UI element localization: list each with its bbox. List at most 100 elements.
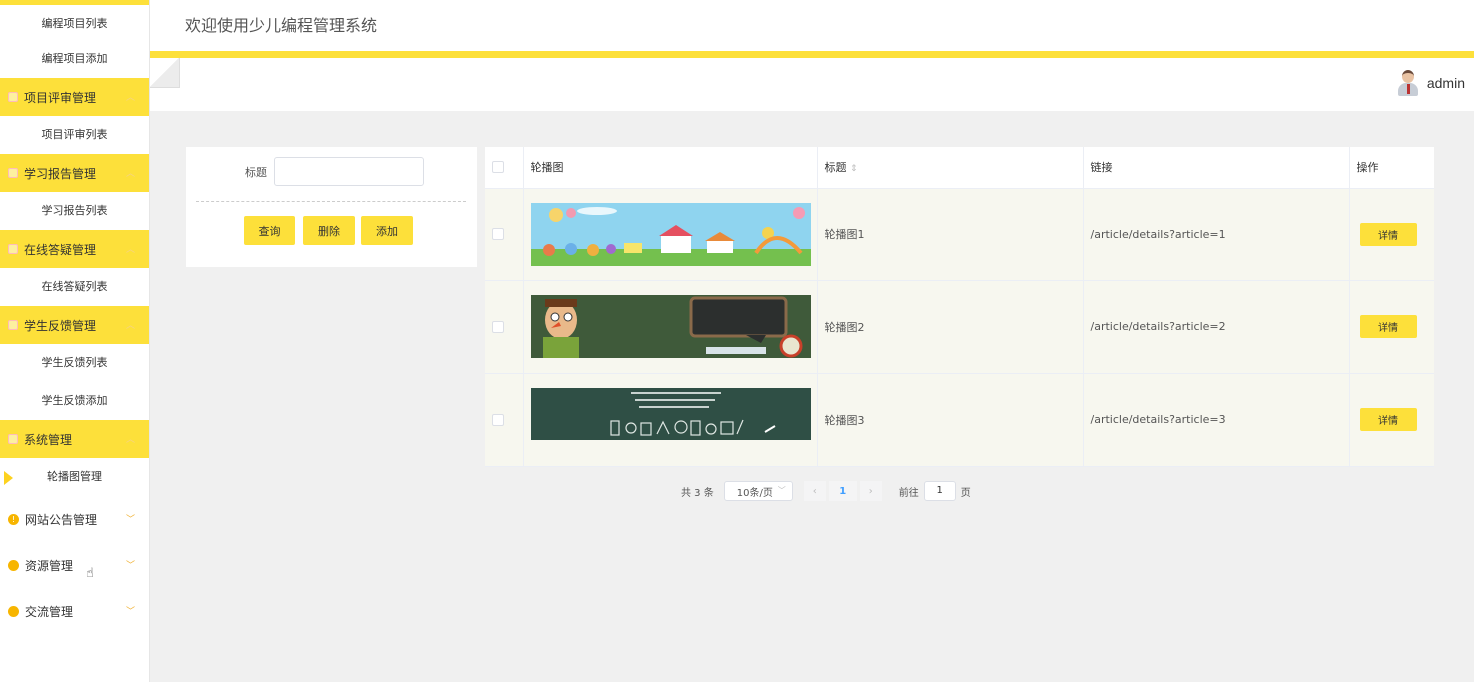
column-header-action: 操作 <box>1349 147 1434 189</box>
page-title: 欢迎使用少儿编程管理系统 <box>185 16 378 35</box>
chevron-up-icon: ︿ <box>126 435 136 445</box>
column-header-link: 链接 <box>1083 147 1350 189</box>
page-word-label: 页 <box>960 487 971 499</box>
active-marker-icon <box>4 471 13 485</box>
banner-table: 轮播图 标题 ⇕ 链接 操作 轮播图1 /article/details?art… <box>485 147 1434 467</box>
sidebar-group-qa[interactable]: 在线答疑管理 ︿ <box>0 230 149 268</box>
chat-icon <box>8 605 19 617</box>
banner-image-3 <box>530 388 811 451</box>
detail-button[interactable]: 详情 <box>1359 315 1417 338</box>
sidebar-group-label: 学生反馈管理 <box>24 318 97 333</box>
chevron-up-icon: ︿ <box>126 321 136 331</box>
sidebar-item-program-list[interactable]: 编程项目列表 <box>0 0 149 40</box>
collapse-toggle-icon[interactable] <box>150 58 180 88</box>
sidebar-item-label: 轮播图管理 <box>47 470 102 483</box>
sidebar-item-feedback-list[interactable]: 学生反馈列表 <box>0 344 149 382</box>
prev-page-button[interactable]: ‹ <box>803 481 826 501</box>
image-cell <box>523 188 818 281</box>
title-cell: 轮播图1 <box>817 188 1084 281</box>
sidebar-item-program-add[interactable]: 编程项目添加 <box>0 40 149 78</box>
search-panel: 标题 查询 删除 添加 <box>186 147 477 267</box>
sidebar-group-review[interactable]: 项目评审管理 ︿ <box>0 78 149 116</box>
select-all-cell <box>485 147 524 189</box>
detail-button[interactable]: 详情 <box>1359 222 1417 246</box>
column-header-title-label: 标题 <box>824 161 847 175</box>
query-button[interactable]: 查询 <box>244 216 295 245</box>
chevron-up-icon: ︿ <box>126 169 136 179</box>
select-cell <box>485 373 524 467</box>
select-all-checkbox[interactable] <box>492 161 504 174</box>
sidebar-item-label: 学生反馈添加 <box>41 394 108 407</box>
sidebar-group-label: 在线答疑管理 <box>24 242 97 257</box>
row-checkbox[interactable] <box>492 413 504 426</box>
avatar <box>1397 70 1419 96</box>
table-header-row: 轮播图 标题 ⇕ 链接 操作 <box>485 147 1434 189</box>
goto-page-input[interactable]: 1 <box>923 481 956 501</box>
action-cell: 详情 <box>1349 188 1434 281</box>
pagination-total: 共 3 条 <box>681 487 714 499</box>
hand-cursor-icon: ☝ <box>86 566 94 581</box>
chevron-down-icon: ﹀ <box>126 515 136 525</box>
column-header-title[interactable]: 标题 ⇕ <box>817 147 1084 189</box>
sidebar-group-label: 项目评审管理 <box>24 90 97 105</box>
sidebar-group-feedback[interactable]: 学生反馈管理 ︿ <box>0 306 149 344</box>
sidebar-item-label: 编程项目添加 <box>41 52 108 65</box>
table-row: 轮播图1 /article/details?article=1 详情 <box>485 188 1434 281</box>
pagination: 共 3 条 10条/页 ﹀ ‹ 1 › 前往 1 页 <box>681 481 971 501</box>
user-menu[interactable]: admin <box>1397 70 1465 96</box>
sidebar-item-feedback-add[interactable]: 学生反馈添加 <box>0 382 149 420</box>
user-name: admin <box>1426 75 1465 91</box>
info-icon: ! <box>8 513 19 525</box>
folder-icon <box>8 92 18 102</box>
row-checkbox[interactable] <box>492 320 504 333</box>
sidebar-item-banner-manage[interactable]: 轮播图管理 <box>0 458 149 496</box>
sidebar-item-label: 项目评审列表 <box>41 128 108 141</box>
settings-icon <box>8 434 18 444</box>
next-page-button[interactable]: › <box>859 481 882 501</box>
banner-image-1 <box>530 202 811 266</box>
page-size-select[interactable]: 10条/页 ﹀ <box>723 481 793 501</box>
sidebar-item-report-list[interactable]: 学习报告列表 <box>0 192 149 230</box>
action-cell: 详情 <box>1349 280 1434 374</box>
sidebar-group-system[interactable]: 系统管理 ︿ <box>0 420 149 458</box>
sidebar-item-label: 资源管理 <box>25 558 74 573</box>
sidebar-item-review-list[interactable]: 项目评审列表 <box>0 116 149 154</box>
sidebar-item-notice[interactable]: ! 网站公告管理 ﹀ <box>0 496 149 542</box>
title-search-input[interactable] <box>274 157 424 186</box>
folder-icon <box>8 320 18 330</box>
sidebar-item-resource[interactable]: 资源管理 ﹀ <box>0 542 149 588</box>
action-cell: 详情 <box>1349 373 1434 467</box>
banner-image-2 <box>530 295 811 358</box>
sidebar-item-label: 在线答疑列表 <box>41 280 108 293</box>
sidebar-group-label: 系统管理 <box>24 432 73 447</box>
chevron-up-icon: ︿ <box>126 93 136 103</box>
sidebar-item-label: 交流管理 <box>25 604 74 619</box>
sidebar-group-label: 学习报告管理 <box>24 166 97 181</box>
title-cell: 轮播图3 <box>817 373 1084 467</box>
image-cell <box>523 373 818 467</box>
page-size-value: 10条/页 <box>736 487 773 499</box>
delete-button[interactable]: 删除 <box>303 216 355 245</box>
row-checkbox[interactable] <box>492 228 504 240</box>
sidebar-item-qa-list[interactable]: 在线答疑列表 <box>0 268 149 306</box>
chevron-down-icon: ﹀ <box>777 486 786 495</box>
title-cell: 轮播图2 <box>817 280 1084 374</box>
user-bar: admin <box>150 58 1474 111</box>
table-row: 轮播图2 /article/details?article=2 详情 <box>485 280 1434 374</box>
sidebar-item-exchange[interactable]: 交流管理 ﹀ <box>0 588 149 634</box>
title-filter-label: 标题 <box>245 166 267 179</box>
sort-icon[interactable]: ⇕ <box>850 164 858 174</box>
sidebar-item-label: 学习报告列表 <box>41 204 108 217</box>
link-cell: /article/details?article=1 <box>1083 188 1350 281</box>
detail-button[interactable]: 详情 <box>1359 408 1417 431</box>
sidebar-item-label: 学生反馈列表 <box>41 356 108 369</box>
header-accent-bar <box>150 51 1474 58</box>
add-button[interactable]: 添加 <box>361 216 413 245</box>
sidebar-group-report[interactable]: 学习报告管理 ︿ <box>0 154 149 192</box>
select-cell <box>485 280 524 374</box>
page-number[interactable]: 1 <box>828 481 857 501</box>
top-header: 欢迎使用少儿编程管理系统 <box>150 0 1474 51</box>
sidebar-item-label: 网站公告管理 <box>25 512 98 527</box>
divider <box>196 201 466 202</box>
link-cell: /article/details?article=2 <box>1083 280 1350 374</box>
